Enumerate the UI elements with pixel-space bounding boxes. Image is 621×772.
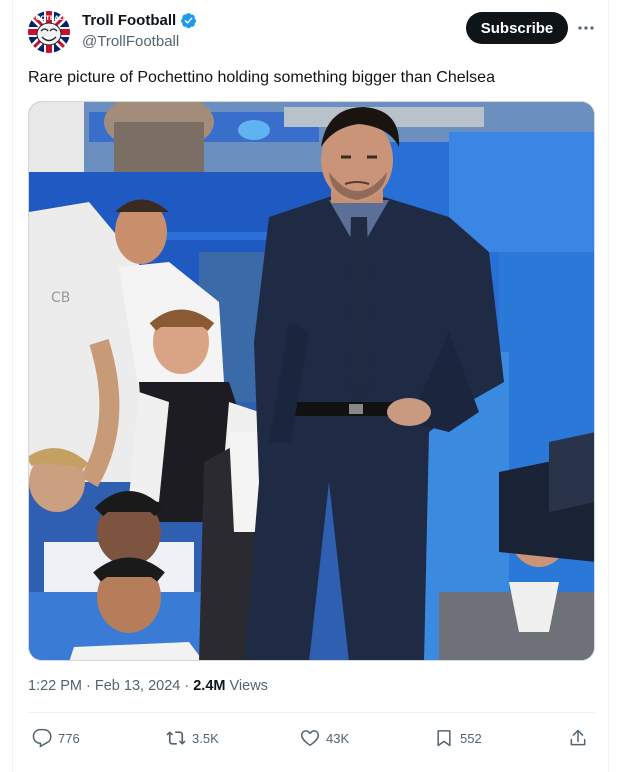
subscribe-button[interactable]: Subscribe	[466, 12, 568, 44]
author-handle[interactable]: @TrollFootball	[82, 33, 179, 50]
repost-icon	[166, 731, 186, 745]
svg-text:FOOTBALL: FOOTBALL	[31, 15, 66, 22]
union-jack-troll-face-icon: FOOTBALL	[28, 11, 70, 53]
repost-button[interactable]: 3.5K	[166, 725, 219, 751]
reply-count: 776	[58, 730, 80, 746]
views-label: Views	[225, 678, 268, 694]
author-name[interactable]: Troll Football	[82, 12, 176, 29]
share-icon	[570, 729, 586, 746]
like-button[interactable]: 43K	[300, 725, 349, 751]
action-bar: 776 3.5K 43K 552	[28, 725, 595, 751]
shirt-text: CB	[51, 290, 70, 306]
tweet-photo[interactable]: CB	[28, 101, 595, 661]
repost-count: 3.5K	[192, 730, 219, 746]
author-avatar[interactable]: FOOTBALL	[28, 11, 70, 53]
bookmark-icon	[437, 730, 451, 747]
bookmark-count: 552	[460, 730, 482, 746]
more-dots-icon[interactable]	[576, 18, 596, 38]
share-button[interactable]	[568, 725, 588, 751]
reply-button[interactable]: 776	[32, 725, 80, 751]
author-name-row: Troll Football	[82, 12, 197, 29]
timestamp[interactable]: 1:22 PM · Feb 13, 2024 ·	[28, 678, 193, 694]
verified-badge-icon	[181, 13, 197, 29]
bookmark-button[interactable]: 552	[434, 725, 482, 751]
divider	[28, 712, 595, 713]
views-count: 2.4M	[193, 678, 226, 694]
stadium-photo: CB	[29, 102, 594, 660]
like-count: 43K	[326, 730, 350, 746]
tweet-text: Rare picture of Pochettino holding somet…	[28, 69, 495, 86]
reply-icon	[32, 728, 52, 748]
heart-icon	[300, 730, 320, 746]
tweet-meta: 1:22 PM · Feb 13, 2024 · 2.4M Views	[28, 678, 268, 694]
